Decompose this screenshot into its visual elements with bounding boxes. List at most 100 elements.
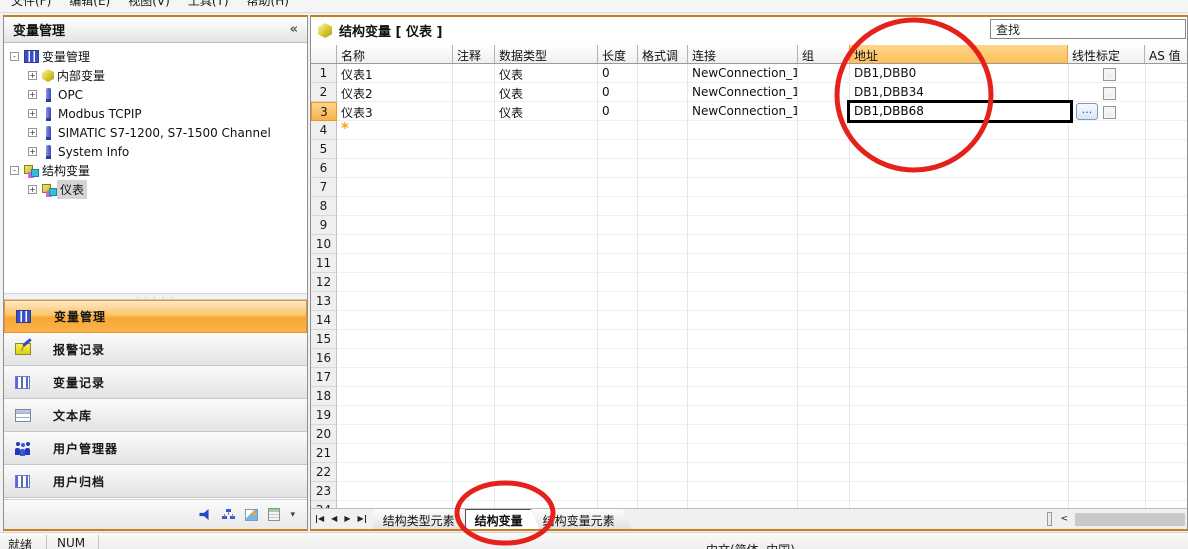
cell-datatype[interactable] <box>495 121 598 140</box>
cell-asvalue[interactable] <box>1146 159 1187 178</box>
cell-datatype[interactable] <box>495 311 598 330</box>
cell-comment[interactable] <box>453 121 495 140</box>
cell-group[interactable] <box>798 254 850 273</box>
cell-connection[interactable] <box>688 482 798 501</box>
cell-connection[interactable] <box>688 406 798 425</box>
cell-name[interactable] <box>337 311 453 330</box>
cell-linear[interactable] <box>1069 406 1146 425</box>
cell-address[interactable] <box>850 463 1069 482</box>
cell-linear[interactable] <box>1069 501 1146 508</box>
cell-asvalue[interactable] <box>1146 235 1187 254</box>
cell-linear[interactable] <box>1069 425 1146 444</box>
next-record-icon[interactable]: ▶ <box>344 515 350 523</box>
sheet-tab-结构变量元素[interactable]: 结构变量元素 <box>533 509 632 529</box>
cell-asvalue[interactable] <box>1146 406 1187 425</box>
cell-linear[interactable] <box>1069 254 1146 273</box>
cell-linear[interactable] <box>1069 330 1146 349</box>
cell-connection[interactable] <box>688 349 798 368</box>
cell-length[interactable] <box>598 425 638 444</box>
cell-comment[interactable] <box>453 178 495 197</box>
row-number[interactable]: 14 <box>311 311 337 330</box>
cell-asvalue[interactable] <box>1146 273 1187 292</box>
cell-address[interactable]: DB1,DBB0 <box>850 64 1069 83</box>
cell-name[interactable] <box>337 235 453 254</box>
cell-asvalue[interactable] <box>1146 501 1187 508</box>
cell-datatype[interactable] <box>495 330 598 349</box>
cell-connection[interactable] <box>688 216 798 235</box>
cell-linear[interactable] <box>1069 83 1146 102</box>
picture-number-icon[interactable] <box>245 509 258 521</box>
cell-length[interactable] <box>598 159 638 178</box>
cell-name[interactable]: 仪表3 <box>337 102 453 121</box>
cell-comment[interactable] <box>453 83 495 102</box>
row-number[interactable]: 18 <box>311 387 337 406</box>
cell-length[interactable] <box>598 463 638 482</box>
cell-address[interactable] <box>850 349 1069 368</box>
scroll-left-button[interactable]: < <box>1056 514 1072 524</box>
cell-datatype[interactable] <box>495 197 598 216</box>
cell-connection[interactable] <box>688 254 798 273</box>
cell-datatype[interactable] <box>495 140 598 159</box>
cell-name[interactable] <box>337 292 453 311</box>
cell-length[interactable] <box>598 197 638 216</box>
cell-address[interactable] <box>850 501 1069 508</box>
cell-connection[interactable] <box>688 178 798 197</box>
cell-group[interactable] <box>798 159 850 178</box>
cell-length[interactable] <box>598 235 638 254</box>
cell-format[interactable] <box>638 102 688 121</box>
linear-scaling-checkbox[interactable] <box>1103 87 1116 100</box>
cell-asvalue[interactable] <box>1146 463 1187 482</box>
cell-group[interactable] <box>798 406 850 425</box>
cell-connection[interactable]: NewConnection_1 <box>688 64 798 83</box>
cell-comment[interactable] <box>453 159 495 178</box>
menu-item[interactable]: 编辑(E) <box>60 0 119 11</box>
cell-group[interactable] <box>798 330 850 349</box>
row-number[interactable]: 3 <box>311 102 337 121</box>
cell-group[interactable] <box>798 197 850 216</box>
cell-comment[interactable] <box>453 64 495 83</box>
cell-length[interactable] <box>598 387 638 406</box>
cell-linear[interactable] <box>1069 140 1146 159</box>
column-header-num[interactable] <box>311 45 337 63</box>
cell-group[interactable] <box>798 444 850 463</box>
cell-address[interactable] <box>850 273 1069 292</box>
form-icon[interactable] <box>268 508 280 521</box>
cell-linear[interactable] <box>1069 444 1146 463</box>
cell-length[interactable] <box>598 406 638 425</box>
cell-format[interactable] <box>638 387 688 406</box>
cell-asvalue[interactable] <box>1146 64 1187 83</box>
column-header-length[interactable]: 长度 <box>598 45 638 63</box>
cell-linear[interactable] <box>1069 463 1146 482</box>
cell-name[interactable] <box>337 178 453 197</box>
cell-datatype[interactable] <box>495 292 598 311</box>
cell-linear[interactable] <box>1069 273 1146 292</box>
cell-name[interactable]: 仪表2 <box>337 83 453 102</box>
cell-group[interactable] <box>798 121 850 140</box>
cell-address[interactable] <box>850 311 1069 330</box>
cell-format[interactable] <box>638 254 688 273</box>
cell-connection[interactable] <box>688 368 798 387</box>
sheet-tab-结构变量[interactable]: 结构变量 <box>465 509 540 529</box>
cell-connection[interactable] <box>688 444 798 463</box>
cell-comment[interactable] <box>453 330 495 349</box>
cell-length[interactable]: 0 <box>598 83 638 102</box>
tree-item[interactable]: -变量管理 <box>4 47 307 66</box>
cell-asvalue[interactable] <box>1146 482 1187 501</box>
cell-datatype[interactable] <box>495 159 598 178</box>
row-number[interactable]: 7 <box>311 178 337 197</box>
cell-format[interactable] <box>638 197 688 216</box>
cell-format[interactable] <box>638 159 688 178</box>
column-header-connection[interactable]: 连接 <box>688 45 798 63</box>
cell-length[interactable] <box>598 292 638 311</box>
tree-expander-icon[interactable]: + <box>28 185 37 194</box>
cell-length[interactable] <box>598 273 638 292</box>
cell-linear[interactable] <box>1069 368 1146 387</box>
cell-length[interactable] <box>598 368 638 387</box>
tree-expander-icon[interactable]: + <box>28 109 37 118</box>
cell-linear[interactable] <box>1069 235 1146 254</box>
cell-asvalue[interactable] <box>1146 216 1187 235</box>
cell-connection[interactable] <box>688 311 798 330</box>
cell-datatype[interactable] <box>495 349 598 368</box>
cell-group[interactable] <box>798 235 850 254</box>
cell-comment[interactable] <box>453 406 495 425</box>
